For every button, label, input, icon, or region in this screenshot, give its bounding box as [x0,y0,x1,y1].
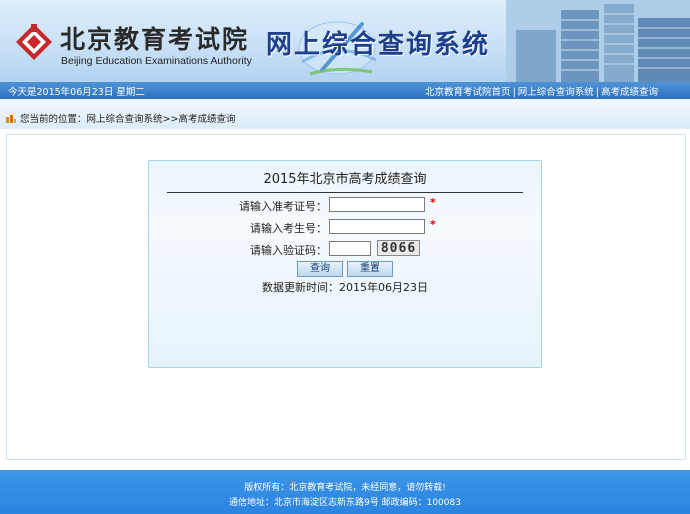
nav-separator: | [595,87,599,98]
score-query-panel: 2015年北京市高考成绩查询 请输入准考证号： * 请输入考生号： * 请输入验… [148,160,542,368]
breadcrumb: 您当前的位置：网上综合查询系统>>高考成绩查询 [6,111,235,125]
update-label: 数据更新时间： [262,281,339,294]
location-icon [6,115,16,123]
nav-link-home[interactable]: 北京教育考试院首页 [425,87,511,98]
ticket-number-label: 请输入准考证号： [239,200,327,213]
breadcrumb-link-query-system[interactable]: 网上综合查询系统 [87,114,163,125]
current-date: 今天是2015年06月23日 星期二 [8,87,145,98]
nav-link-query-system[interactable]: 网上综合查询系统 [518,87,594,98]
form-title: 2015年北京市高考成绩查询 [263,172,427,187]
query-button[interactable]: 查询 [297,261,343,277]
org-name-cn: 北京教育考试院 [60,25,250,54]
buildings-decoration-icon [506,0,690,82]
footer-copyright: 版权所有：北京教育考试院，未经同意，请勿转载! [244,483,446,493]
title-divider [167,192,523,193]
breadcrumb-current: 高考成绩查询 [178,114,236,125]
footer-address: 通信地址：北京市海淀区志新东路9号 邮政编码：100083 [229,498,461,508]
student-number-label: 请输入考生号： [250,222,327,235]
nav-link-score-query[interactable]: 高考成绩查询 [601,87,658,98]
header-banner: 北京教育考试院 Beijing Education Examinations A… [0,0,690,82]
nav-links: 北京教育考试院首页 | 网上综合查询系统 | 高考成绩查询 [425,84,658,98]
breadcrumb-arrow: >> [162,114,179,125]
reset-button[interactable]: 重置 [347,261,393,277]
student-number-input[interactable] [329,219,425,234]
required-mark: * [430,218,436,231]
system-title: 网上综合查询系统 [266,30,491,60]
footer: 版权所有：北京教育考试院，未经同意，请勿转载! 通信地址：北京市海淀区志新东路9… [0,470,690,514]
captcha-input[interactable] [329,241,371,256]
update-date: 2015年06月23日 [339,281,428,294]
data-update-time: 数据更新时间：2015年06月23日 [149,279,541,295]
org-name-en: Beijing Education Examinations Authority [61,55,252,67]
nav-separator: | [512,87,516,98]
authority-logo-icon [16,24,52,60]
ticket-number-input[interactable] [329,197,425,212]
captcha-image[interactable]: 8066 [377,240,420,256]
captcha-label: 请输入验证码： [250,244,327,257]
top-nav-bar: 今天是2015年06月23日 星期二 北京教育考试院首页 | 网上综合查询系统 | 高考… [0,82,690,99]
required-mark: * [430,196,436,209]
breadcrumb-prefix: 您当前的位置： [20,114,87,125]
